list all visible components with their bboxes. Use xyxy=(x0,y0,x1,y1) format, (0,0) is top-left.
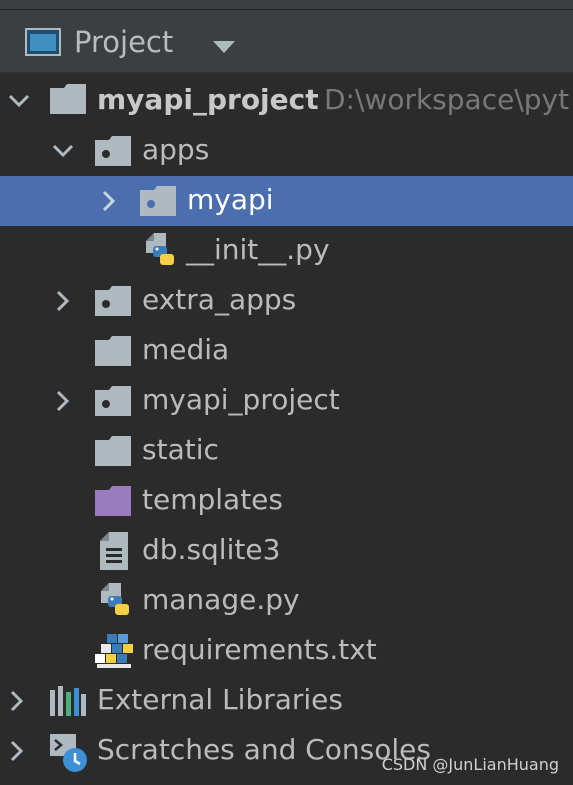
libraries-icon xyxy=(50,686,86,720)
tree-node-label: db.sqlite3 xyxy=(142,533,281,566)
folder-icon xyxy=(95,436,131,470)
module-folder-icon xyxy=(95,136,131,170)
chevron-down-icon[interactable] xyxy=(8,90,30,116)
tree-node-extra-apps[interactable]: extra_apps xyxy=(0,276,573,326)
tree-node-root[interactable]: myapi_project D:\workspace\pyt xyxy=(0,76,573,126)
tree-node-label: templates xyxy=(142,483,283,516)
tree-node-templates[interactable]: templates xyxy=(0,476,573,526)
tree-node-init-py[interactable]: __init__.py xyxy=(0,226,573,276)
tree-node-label: requirements.txt xyxy=(142,633,377,666)
project-tool-window-header: Project xyxy=(0,10,573,73)
dropdown-arrow-icon[interactable] xyxy=(213,38,235,57)
tree-node-label: extra_apps xyxy=(142,283,297,316)
tree-node-media[interactable]: media xyxy=(0,326,573,376)
tree-node-label: __init__.py xyxy=(186,233,330,266)
module-folder-icon xyxy=(50,84,86,118)
tree-node-label: myapi xyxy=(187,183,274,216)
project-window-icon xyxy=(25,28,61,60)
tree-node-requirements-txt[interactable]: requirements.txt xyxy=(0,626,573,676)
chevron-down-icon[interactable] xyxy=(52,140,74,166)
watermark-text: CSDN @JunLianHuang xyxy=(381,755,559,774)
module-folder-icon xyxy=(140,186,176,220)
tree-node-external-libraries[interactable]: External Libraries xyxy=(0,676,573,726)
tree-node-label: media xyxy=(142,333,230,366)
tree-node-myapi-project[interactable]: myapi_project xyxy=(0,376,573,426)
tree-node-label: static xyxy=(142,433,219,466)
tree-node-label: External Libraries xyxy=(97,683,343,716)
chevron-right-icon[interactable] xyxy=(6,740,28,766)
templates-folder-icon xyxy=(95,486,131,520)
folder-icon xyxy=(95,336,131,370)
module-folder-icon xyxy=(95,286,131,320)
tree-node-myapi[interactable]: myapi xyxy=(0,176,573,226)
module-folder-icon xyxy=(95,386,131,420)
chevron-right-icon[interactable] xyxy=(6,690,28,716)
chevron-right-icon[interactable] xyxy=(52,290,74,316)
python-file-icon xyxy=(99,583,135,623)
chevron-right-icon[interactable] xyxy=(98,190,120,216)
scratches-icon xyxy=(48,732,90,778)
chevron-right-icon[interactable] xyxy=(52,390,74,416)
tree-node-label: apps xyxy=(142,133,210,166)
window-top-border xyxy=(0,0,573,10)
tree-node-static[interactable]: static xyxy=(0,426,573,476)
tree-node-label: manage.py xyxy=(142,583,300,616)
tree-node-db-sqlite3[interactable]: db.sqlite3 xyxy=(0,526,573,576)
project-path-label: D:\workspace\pyt xyxy=(324,83,570,116)
text-file-icon xyxy=(100,532,128,574)
tree-node-manage-py[interactable]: manage.py xyxy=(0,576,573,626)
tree-node-apps[interactable]: apps xyxy=(0,126,573,176)
tree-node-label: myapi_project xyxy=(97,83,319,116)
requirements-file-icon xyxy=(93,632,135,674)
python-file-icon xyxy=(144,233,180,273)
project-view-title[interactable]: Project xyxy=(74,24,173,60)
tree-node-label: myapi_project xyxy=(142,383,340,416)
